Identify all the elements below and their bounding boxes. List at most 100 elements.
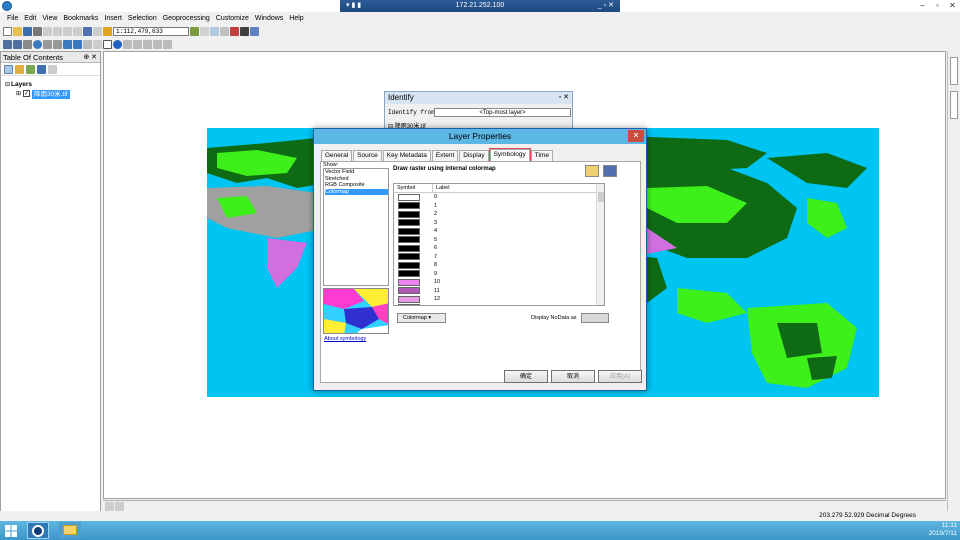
- about-symbology-link[interactable]: About symbology: [324, 336, 366, 342]
- clear-selection-icon[interactable]: [93, 39, 102, 49]
- layout-view-icon[interactable]: [115, 502, 124, 511]
- full-extent-icon[interactable]: [33, 39, 42, 49]
- arcmap-app-icon[interactable]: [2, 1, 12, 11]
- tab-symbology[interactable]: Symbology: [488, 148, 531, 162]
- windows-start-icon[interactable]: [4, 524, 18, 538]
- save-icon[interactable]: [23, 26, 32, 36]
- colormap-swatch[interactable]: [398, 295, 420, 303]
- colormap-swatch[interactable]: [398, 227, 420, 235]
- tab-source[interactable]: Source: [353, 150, 382, 161]
- colormap-swatch[interactable]: [398, 261, 420, 269]
- forward-icon[interactable]: [73, 39, 82, 49]
- data-view-icon[interactable]: [105, 502, 114, 511]
- colormap-swatch[interactable]: [398, 210, 420, 218]
- cancel-button[interactable]: 取消: [551, 370, 595, 383]
- colormap-row[interactable]: 8: [394, 261, 604, 270]
- label-column-header[interactable]: Label: [433, 184, 604, 192]
- colormap-scrollbar[interactable]: [596, 184, 604, 305]
- open-colormap-icon[interactable]: [585, 165, 599, 177]
- close-icon[interactable]: ✕: [945, 0, 960, 12]
- pan-icon[interactable]: [23, 39, 32, 49]
- new-icon[interactable]: [3, 26, 12, 36]
- expand-layer-icon[interactable]: ⊞: [16, 90, 21, 97]
- hyperlink-icon[interactable]: [143, 39, 152, 49]
- catalog-window-icon[interactable]: [210, 26, 219, 36]
- layer-item-rainfall[interactable]: 降雨30米.tif: [32, 90, 70, 99]
- renderer-colormap[interactable]: Colormap: [325, 188, 388, 195]
- colormap-swatch[interactable]: [398, 278, 420, 286]
- colormap-swatch[interactable]: [398, 236, 420, 244]
- tab-time[interactable]: Time: [530, 150, 553, 161]
- copy-icon[interactable]: [53, 26, 62, 36]
- layer-properties-titlebar[interactable]: Layer Properties ✕: [314, 129, 646, 144]
- catalog-tab[interactable]: [950, 57, 958, 85]
- colormap-swatch[interactable]: [398, 202, 420, 210]
- menu-help[interactable]: Help: [286, 13, 306, 24]
- menu-geoprocessing[interactable]: Geoprocessing: [160, 13, 213, 24]
- menu-file[interactable]: File: [4, 13, 21, 24]
- print-icon[interactable]: [33, 26, 42, 36]
- menu-view[interactable]: View: [39, 13, 60, 24]
- colormap-dropdown[interactable]: Colormap ▾: [397, 313, 446, 323]
- file-explorer-taskbar-icon[interactable]: [59, 522, 81, 539]
- colormap-row[interactable]: 12: [394, 295, 604, 304]
- expand-layers-icon[interactable]: ⊟: [5, 81, 10, 88]
- symbol-column-header[interactable]: Symbol: [394, 184, 433, 192]
- tab-key-metadata[interactable]: Key Metadata: [382, 150, 431, 161]
- map-scale-input[interactable]: 1:112,479,633: [113, 26, 189, 36]
- editor-icon[interactable]: [190, 26, 199, 36]
- colormap-row[interactable]: 3: [394, 219, 604, 228]
- fixed-zoom-out-icon[interactable]: [53, 39, 62, 49]
- python-icon[interactable]: [240, 26, 249, 36]
- layer-visibility-checkbox[interactable]: ✓: [23, 90, 30, 97]
- time-slider-icon[interactable]: [163, 39, 172, 49]
- zoom-in-icon[interactable]: [3, 39, 12, 49]
- colormap-row[interactable]: 10: [394, 278, 604, 287]
- cut-icon[interactable]: [43, 26, 52, 36]
- back-icon[interactable]: [63, 39, 72, 49]
- identify-icon[interactable]: [113, 39, 122, 49]
- menu-selection[interactable]: Selection: [125, 13, 160, 24]
- save-colormap-icon[interactable]: [603, 165, 617, 177]
- colormap-row[interactable]: 1: [394, 202, 604, 211]
- model-builder-icon[interactable]: [250, 26, 259, 36]
- select-features-icon[interactable]: [83, 39, 92, 49]
- redo-icon[interactable]: [93, 26, 102, 36]
- list-by-visibility-icon[interactable]: [26, 64, 35, 74]
- clock-date[interactable]: 2019/7/11: [929, 530, 957, 538]
- colormap-row[interactable]: 0: [394, 193, 604, 202]
- colormap-row[interactable]: 2: [394, 210, 604, 219]
- measure-icon[interactable]: [133, 39, 142, 49]
- menu-windows[interactable]: Windows: [252, 13, 286, 24]
- list-by-drawing-order-icon[interactable]: [4, 64, 13, 74]
- zoom-out-icon[interactable]: [13, 39, 22, 49]
- select-elements-icon[interactable]: [103, 39, 112, 49]
- layers-group[interactable]: Layers: [11, 81, 32, 88]
- maximize-icon[interactable]: ▫: [930, 0, 945, 12]
- colormap-swatch[interactable]: [398, 219, 420, 227]
- colormap-swatch[interactable]: [398, 287, 420, 295]
- menu-insert[interactable]: Insert: [101, 13, 125, 24]
- nodata-color-dropdown[interactable]: [581, 313, 609, 323]
- ok-button[interactable]: 确定: [504, 370, 548, 383]
- toc-options-icon[interactable]: [48, 64, 57, 74]
- colormap-swatch[interactable]: [398, 193, 420, 201]
- tab-display[interactable]: Display: [459, 150, 489, 161]
- paste-icon[interactable]: [63, 26, 72, 36]
- menu-bookmarks[interactable]: Bookmarks: [60, 13, 101, 24]
- clock-time[interactable]: 11:11: [929, 522, 957, 530]
- list-by-source-icon[interactable]: [15, 64, 24, 74]
- toc-window-icon[interactable]: [200, 26, 209, 36]
- colormap-swatch[interactable]: [398, 244, 420, 252]
- identify-close-icon[interactable]: ▫ ✕: [559, 92, 569, 104]
- list-by-selection-icon[interactable]: [37, 64, 46, 74]
- dialog-close-icon[interactable]: ✕: [628, 130, 644, 142]
- menu-edit[interactable]: Edit: [21, 13, 39, 24]
- fixed-zoom-in-icon[interactable]: [43, 39, 52, 49]
- open-icon[interactable]: [13, 26, 22, 36]
- menu-customize[interactable]: Customize: [213, 13, 252, 24]
- tab-extent[interactable]: Extent: [431, 150, 459, 161]
- pin-close-icon[interactable]: ⊕ ✕: [83, 52, 97, 63]
- colormap-row[interactable]: 9: [394, 270, 604, 279]
- colormap-row[interactable]: 13: [394, 304, 604, 305]
